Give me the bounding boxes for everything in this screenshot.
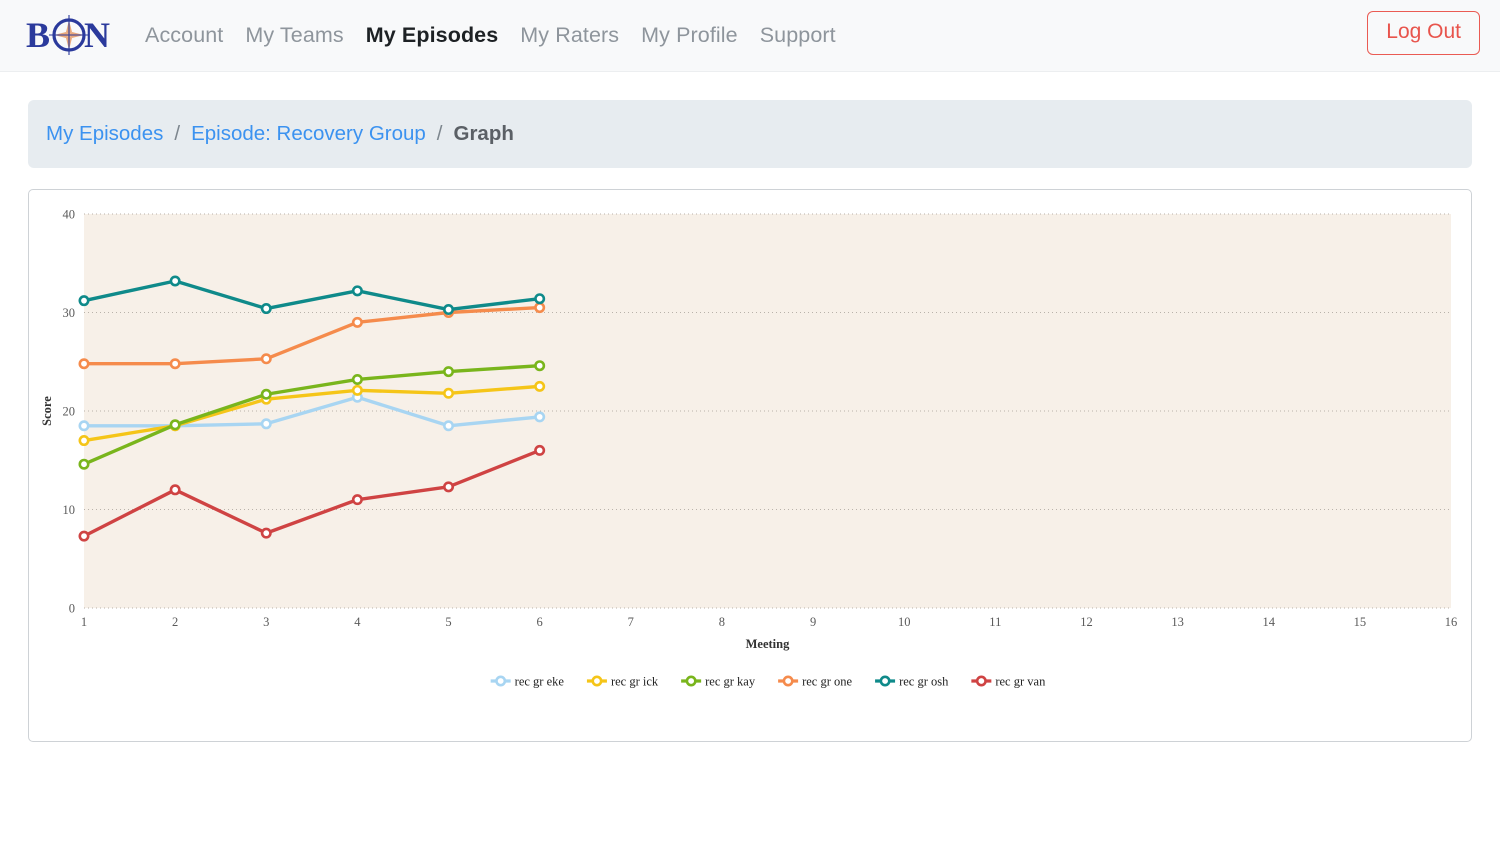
data-point[interactable] (78, 295, 90, 307)
data-point[interactable] (443, 481, 455, 493)
data-point[interactable] (351, 316, 363, 328)
nav-link-my-profile[interactable]: My Profile (630, 23, 749, 48)
x-axis-title: Meeting (746, 637, 790, 651)
data-point[interactable] (169, 484, 181, 496)
data-point[interactable] (78, 420, 90, 432)
x-tick-label: 10 (898, 615, 911, 629)
x-tick-label: 16 (1445, 615, 1458, 629)
legend-label[interactable]: rec gr osh (899, 675, 949, 689)
data-point[interactable] (169, 419, 181, 431)
svg-text:B: B (26, 15, 50, 55)
legend-marker-point (591, 675, 603, 687)
breadcrumb-item-episode[interactable]: Episode: Recovery Group (191, 122, 426, 146)
plot-background (84, 214, 1451, 608)
x-tick-label: 7 (628, 615, 634, 629)
legend-marker-point (495, 675, 507, 687)
breadcrumb: My Episodes / Episode: Recovery Group / … (28, 100, 1472, 168)
x-tick-label: 6 (537, 615, 543, 629)
y-tick-label: 30 (63, 306, 76, 320)
data-point[interactable] (443, 304, 455, 316)
data-point[interactable] (78, 458, 90, 470)
y-axis-title: Score (40, 396, 54, 426)
compass-rose-icon: B N (26, 14, 110, 55)
nav-link-account[interactable]: Account (134, 23, 234, 48)
x-tick-label: 3 (263, 615, 269, 629)
chart-card: 0 10 20 30 40 1 2 3 4 5 6 7 8 9 10 11 12 13 14 15 16 Meeting S… (28, 189, 1472, 742)
legend-label[interactable]: rec gr kay (705, 675, 756, 689)
brand-logo[interactable]: B N (26, 13, 112, 59)
data-point[interactable] (534, 302, 546, 314)
nav-link-my-teams[interactable]: My Teams (234, 23, 354, 48)
x-tick-label: 2 (172, 615, 178, 629)
data-point[interactable] (78, 435, 90, 447)
breadcrumb-separator: / (436, 122, 443, 145)
legend-marker-point (879, 675, 891, 687)
y-tick-label: 40 (63, 208, 76, 222)
x-tick-label: 15 (1354, 615, 1367, 629)
x-tick-label: 12 (1080, 615, 1093, 629)
legend-label[interactable]: rec gr one (802, 675, 852, 689)
data-point[interactable] (443, 366, 455, 378)
y-tick-label: 10 (63, 503, 76, 517)
data-point[interactable] (534, 444, 546, 456)
x-tick-label: 1 (81, 615, 87, 629)
data-point[interactable] (260, 303, 272, 315)
data-point[interactable] (443, 387, 455, 399)
nav-link-support[interactable]: Support (749, 23, 847, 48)
legend-marker-point (685, 675, 697, 687)
data-point[interactable] (260, 353, 272, 365)
data-point[interactable] (78, 530, 90, 542)
data-point[interactable] (169, 358, 181, 370)
data-point[interactable] (260, 527, 272, 539)
legend-label[interactable]: rec gr van (995, 675, 1046, 689)
chart-svg: 0102030401 2 3 4 5 6 7 8 9 10 11 12 13 14 15 16MeetingS… (40, 208, 1458, 689)
x-tick-label: 9 (810, 615, 816, 629)
data-point[interactable] (351, 494, 363, 506)
data-point[interactable] (443, 420, 455, 432)
x-tick-label: 14 (1262, 615, 1275, 629)
breadcrumb-item-my-episodes[interactable]: My Episodes (46, 122, 163, 146)
data-point[interactable] (351, 384, 363, 396)
x-tick-label: 8 (719, 615, 725, 629)
x-tick-label: 4 (354, 615, 361, 629)
score-by-meeting-line-chart[interactable]: 0 10 20 30 40 1 2 3 4 5 6 7 8 9 10 11 12 13 14 15 16 Meeting S… (29, 190, 1471, 741)
data-point[interactable] (534, 411, 546, 423)
data-point[interactable] (534, 360, 546, 372)
data-point[interactable] (351, 373, 363, 385)
y-tick-label: 20 (63, 405, 76, 419)
data-point[interactable] (534, 293, 546, 305)
top-navbar: B N Account My Teams My Episodes My Rate… (0, 0, 1500, 72)
legend-label[interactable]: rec gr ick (611, 675, 659, 689)
data-point[interactable] (169, 275, 181, 287)
breadcrumb-separator: / (174, 122, 181, 145)
nav-link-my-raters[interactable]: My Raters (509, 23, 630, 48)
data-point[interactable] (78, 358, 90, 370)
nav-links: Account My Teams My Episodes My Raters M… (134, 23, 847, 48)
data-point[interactable] (534, 380, 546, 392)
legend-marker-point (975, 675, 987, 687)
data-point[interactable] (351, 285, 363, 297)
data-point[interactable] (260, 418, 272, 430)
chart-legend: rec gr eke rec gr ick rec gr kay rec gr one… (490, 675, 1046, 689)
y-tick-label: 0 (69, 602, 75, 616)
breadcrumb-item-graph: Graph (453, 122, 514, 145)
logout-button[interactable]: Log Out (1367, 11, 1480, 56)
nav-link-my-episodes[interactable]: My Episodes (355, 23, 510, 48)
data-point[interactable] (260, 388, 272, 400)
x-tick-label: 13 (1171, 615, 1184, 629)
legend-marker-point (782, 675, 794, 687)
x-tick-label: 5 (445, 615, 451, 629)
legend-label[interactable]: rec gr eke (515, 675, 565, 689)
x-tick-label: 11 (989, 615, 1001, 629)
